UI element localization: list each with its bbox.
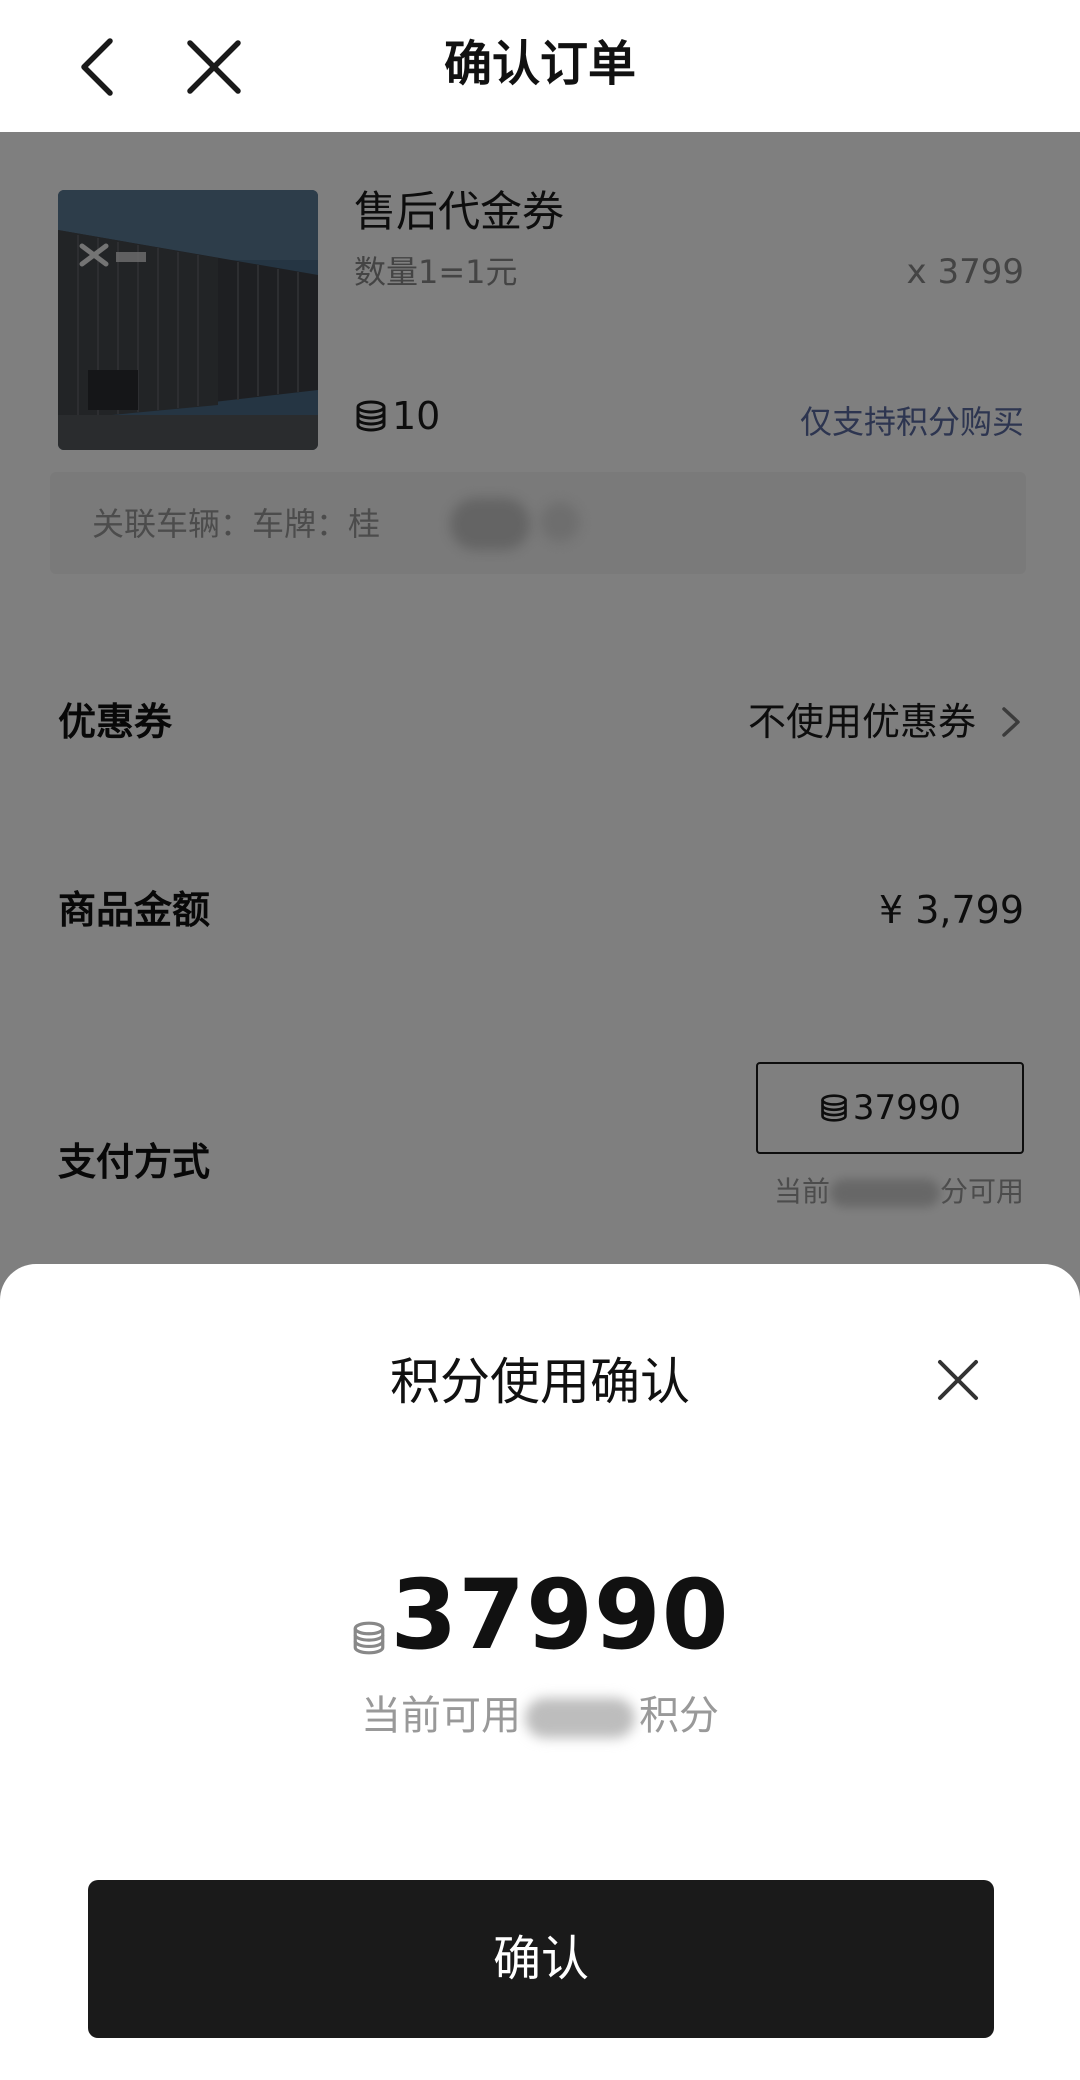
top-nav-bar: 确认订单 — [0, 0, 1080, 132]
sheet-title: 积分使用确认 — [390, 1353, 690, 1411]
confirm-button[interactable]: 确认 — [88, 1880, 994, 2038]
close-icon[interactable] — [930, 1352, 986, 1408]
page-title: 确认订单 — [443, 36, 636, 92]
sheet-available-points: 当前可用 积分 — [0, 1688, 1080, 1744]
points-amount-value: 37990 — [390, 1559, 730, 1671]
sheet-available-suffix: 积分 — [639, 1693, 719, 1739]
points-amount: 37990 — [0, 1550, 1080, 1670]
sheet-available-prefix: 当前可用 — [361, 1693, 521, 1739]
redacted-points — [525, 1698, 635, 1738]
coin-stack-icon — [353, 1621, 384, 1655]
points-confirm-sheet: 积分使用确认 37990 当前可用 积分 确认 — [0, 1264, 1080, 2080]
